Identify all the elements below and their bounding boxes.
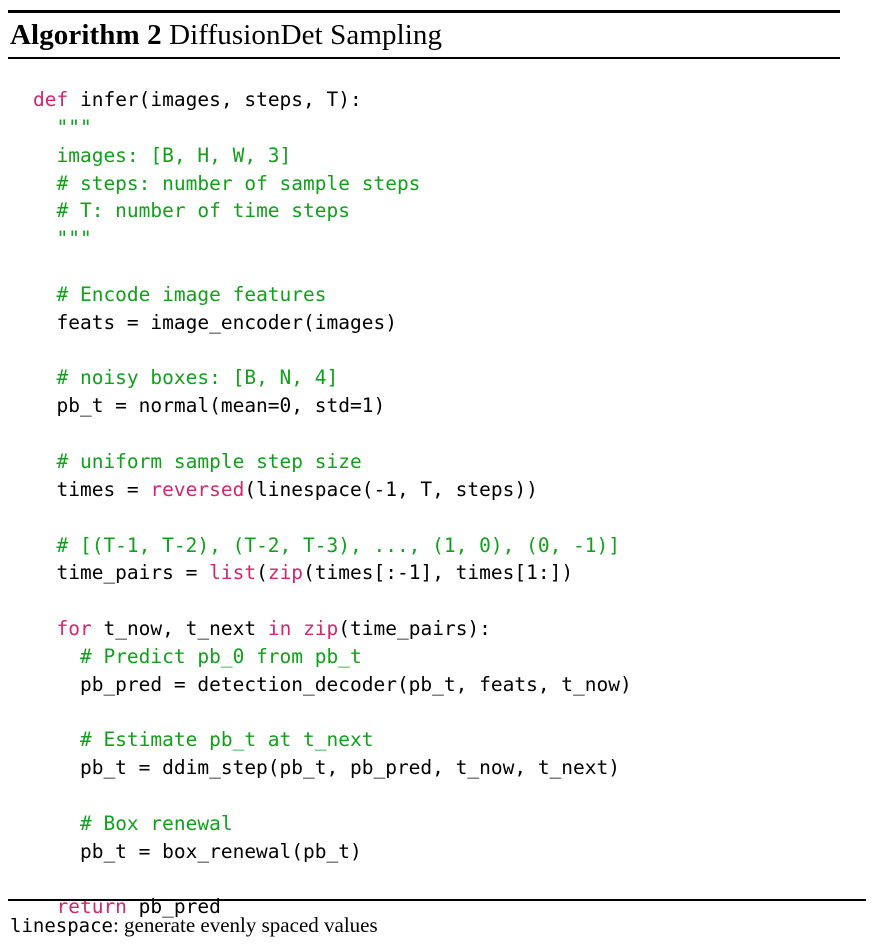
code-token-bi: zip — [267, 561, 304, 585]
algorithm-figure: Algorithm 2 DiffusionDet Sampling def in… — [0, 0, 874, 948]
code-line: # Estimate pb_t at t_next — [33, 726, 632, 754]
code-line: times = reversed(linespace(-1, T, steps)… — [33, 476, 632, 504]
code-token-pl: pb_t = normal(mean=0, std=1) — [33, 394, 386, 418]
code-line: # Predict pb_0 from pb_t — [33, 643, 632, 671]
title-separator-rule — [8, 57, 840, 59]
code-token-cm: # Predict pb_0 from pb_t — [79, 644, 362, 668]
code-token-str: # steps: number of sample steps — [56, 171, 421, 195]
code-token-kw: for — [56, 617, 92, 641]
code-token-pl: (linespace(-1, T, steps)) — [244, 477, 538, 501]
code-line: """ — [33, 225, 632, 253]
footnote: linespace: generate evenly spaced values — [10, 910, 378, 941]
code-token-pl: times = — [33, 477, 151, 501]
code-line: # noisy boxes: [B, N, 4] — [33, 364, 632, 392]
code-line: def infer(images, steps, T): — [33, 86, 632, 114]
code-line: # steps: number of sample steps — [33, 170, 632, 198]
code-line: # Box renewal — [33, 810, 632, 838]
code-line: pb_pred = detection_decoder(pb_t, feats,… — [33, 671, 632, 699]
code-token-pl: pb_t = box_renewal(pb_t) — [33, 839, 362, 863]
code-line: # [(T-1, T-2), (T-2, T-3), ..., (1, 0), … — [33, 532, 632, 560]
code-line: for t_now, t_next in zip(time_pairs): — [33, 615, 632, 643]
algorithm-name-label: DiffusionDet Sampling — [169, 19, 443, 51]
code-token-bi: reversed — [150, 477, 245, 501]
code-line: pb_t = ddim_step(pb_t, pb_pred, t_now, t… — [33, 754, 632, 782]
algorithm-code-block: def infer(images, steps, T): """ images:… — [33, 86, 632, 921]
code-token-pl: infer(images, steps, T): — [68, 88, 362, 111]
code-token-cm: # Box renewal — [79, 811, 233, 835]
code-token-str: """ — [56, 227, 92, 251]
code-token-str: """ — [56, 115, 92, 139]
code-token-pl: (times[:-1], times[1:]) — [303, 561, 574, 585]
code-token-str: images: [B, H, W, 3] — [56, 143, 292, 167]
code-token-cm: # [(T-1, T-2), (T-2, T-3), ..., (1, 0), … — [56, 533, 621, 557]
code-token-cm: # Encode image features — [56, 282, 327, 306]
algorithm-number-label: Algorithm 2 — [10, 19, 162, 51]
bottom-rule — [8, 899, 866, 901]
code-token-pl: time_pairs = — [33, 561, 210, 585]
code-token-cm: # Estimate pb_t at t_next — [79, 728, 374, 752]
code-token-kw: in — [267, 617, 292, 641]
code-line: images: [B, H, W, 3] — [33, 142, 632, 170]
footnote-description: : generate evenly spaced values — [112, 913, 378, 937]
code-token-bi: zip — [303, 617, 339, 641]
title-space — [162, 19, 169, 51]
code-token-pl: pb_pred = detection_decoder(pb_t, feats,… — [33, 672, 632, 696]
top-rule — [8, 10, 840, 13]
code-line: feats = image_encoder(images) — [33, 309, 632, 337]
code-token-pl: pb_t = ddim_step(pb_t, pb_pred, t_now, t… — [33, 756, 620, 780]
code-token-str: # T: number of time steps — [56, 199, 350, 223]
code-line: pb_t = normal(mean=0, std=1) — [33, 392, 632, 420]
code-line: """ — [33, 114, 632, 142]
code-token-pl: feats = image_encoder(images) — [33, 310, 397, 334]
code-token-cm: # uniform sample step size — [56, 449, 362, 473]
code-token-pl: t_now, t_next — [91, 617, 268, 641]
footnote-mono-term: linespace — [10, 915, 113, 937]
code-line: # Encode image features — [33, 281, 632, 309]
code-token-cm: # noisy boxes: [B, N, 4] — [56, 366, 339, 390]
code-line: # uniform sample step size — [33, 448, 632, 476]
code-line: time_pairs = list(zip(times[:-1], times[… — [33, 559, 632, 587]
code-token-pl: (time_pairs): — [338, 617, 491, 641]
code-line: pb_t = box_renewal(pb_t) — [33, 838, 632, 866]
code-token-kw: def — [33, 88, 69, 111]
algorithm-title: Algorithm 2 DiffusionDet Sampling — [10, 17, 442, 53]
code-token-pl: ( — [256, 561, 268, 585]
code-token-bi: list — [209, 561, 257, 585]
code-line: # T: number of time steps — [33, 197, 632, 225]
